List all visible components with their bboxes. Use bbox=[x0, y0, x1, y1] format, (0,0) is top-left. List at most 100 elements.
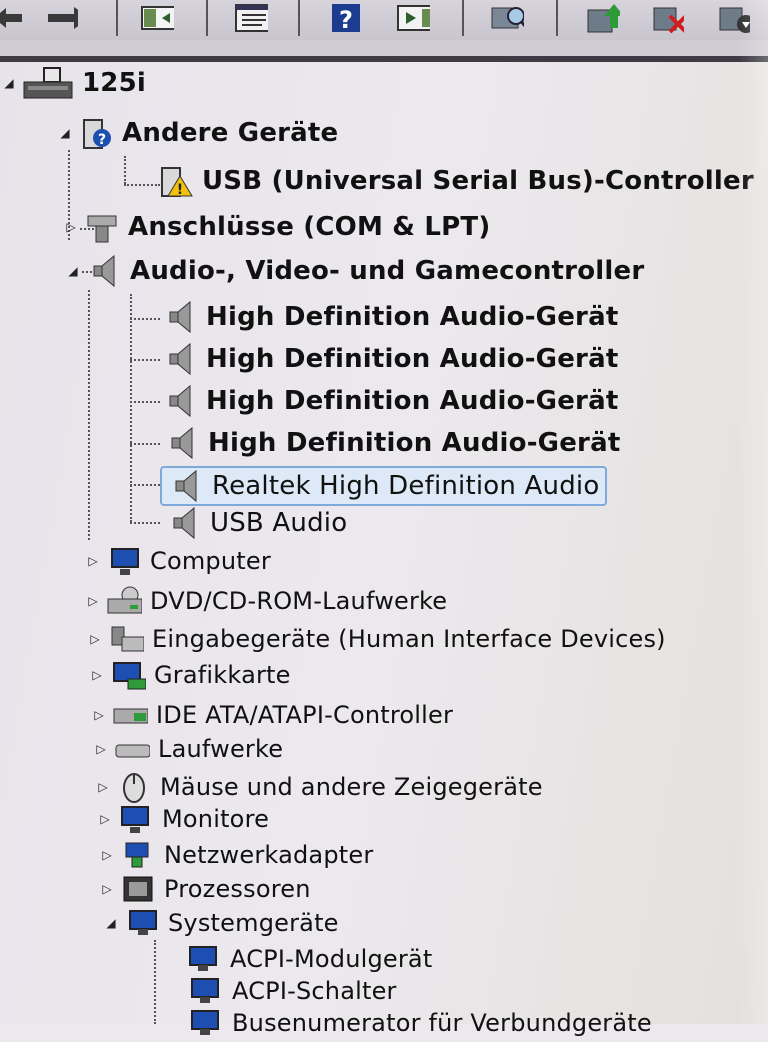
hid-device-icon bbox=[108, 623, 144, 655]
collapse-arrow-icon[interactable]: ◢ bbox=[58, 126, 72, 140]
expand-arrow-icon[interactable]: ▷ bbox=[86, 594, 100, 608]
forward-arrow-icon[interactable] bbox=[44, 2, 78, 34]
monitor-icon bbox=[118, 803, 154, 835]
update-driver-icon[interactable] bbox=[586, 2, 620, 34]
collapse-arrow-icon[interactable]: ◢ bbox=[2, 76, 16, 90]
tree-node-root[interactable]: ◢ 125i bbox=[2, 64, 146, 102]
expand-arrow-icon[interactable]: ▷ bbox=[86, 554, 100, 568]
tree-node-label: High Definition Audio-Gerät bbox=[206, 302, 619, 332]
expand-arrow-icon[interactable]: ▷ bbox=[90, 668, 104, 682]
tree-connector bbox=[130, 484, 160, 486]
expand-arrow-icon[interactable]: ▷ bbox=[88, 632, 102, 646]
tree-node-drives[interactable]: ▷ Laufwerke bbox=[94, 730, 283, 768]
tree-node-other-devices[interactable]: ◢ ? Andere Geräte bbox=[58, 114, 338, 152]
properties-icon[interactable] bbox=[234, 2, 268, 34]
tree-node-label: Computer bbox=[150, 547, 271, 575]
speaker-icon bbox=[166, 506, 202, 540]
toolbar-separator bbox=[206, 0, 208, 36]
system-device-icon bbox=[188, 975, 224, 1007]
tree-node-ide[interactable]: ▷ IDE ATA/ATAPI-Controller bbox=[92, 696, 453, 734]
tree-node-label: Laufwerke bbox=[158, 735, 284, 763]
tree-node-audio-device-selected[interactable]: Realtek High Definition Audio bbox=[160, 466, 608, 506]
help-icon[interactable]: ? bbox=[328, 2, 362, 34]
expand-arrow-icon[interactable]: ▷ bbox=[64, 220, 78, 234]
tree-node-monitors[interactable]: ▷ Monitore bbox=[98, 800, 269, 838]
ide-controller-icon bbox=[112, 699, 148, 731]
computer-icon bbox=[22, 67, 74, 99]
collapse-arrow-icon[interactable]: ◢ bbox=[104, 916, 118, 930]
speaker-icon bbox=[162, 342, 198, 376]
tree-node-hid[interactable]: ▷ Eingabegeräte (Human Interface Devices… bbox=[88, 620, 666, 658]
tree-node-label: Realtek High Definition Audio bbox=[212, 471, 600, 501]
tree-node-label: Mäuse und andere Zeigegeräte bbox=[160, 773, 543, 801]
expand-arrow-icon[interactable]: ▷ bbox=[94, 742, 108, 756]
tree-node-label: USB Audio bbox=[210, 508, 348, 538]
tree-node-label: 125i bbox=[82, 68, 146, 98]
tree-node-label: USB (Universal Serial Bus)-Controller bbox=[202, 166, 754, 196]
tree-node-ports[interactable]: ▷ Anschlüsse (COM & LPT) bbox=[64, 208, 490, 246]
svg-text:!: ! bbox=[177, 182, 183, 198]
speaker-icon bbox=[168, 469, 204, 503]
svg-text:?: ? bbox=[339, 6, 353, 34]
display-adapter-icon bbox=[110, 659, 146, 691]
tree-node-label: High Definition Audio-Gerät bbox=[206, 344, 619, 374]
tree-node-label: Grafikkarte bbox=[154, 661, 291, 689]
collapse-arrow-icon[interactable]: ◢ bbox=[66, 264, 80, 278]
tree-connector bbox=[130, 401, 160, 403]
tree-node-label: ACPI-Modulgerät bbox=[230, 945, 433, 973]
action-pane-icon[interactable] bbox=[396, 2, 430, 34]
tree-node-dvd[interactable]: ▷ DVD/CD-ROM-Laufwerke bbox=[86, 582, 447, 620]
tree-connector bbox=[130, 443, 160, 445]
dvd-drive-icon bbox=[106, 585, 142, 617]
expand-arrow-icon[interactable]: ▷ bbox=[92, 708, 106, 722]
tree-node-label: Eingabegeräte (Human Interface Devices) bbox=[152, 625, 666, 653]
processor-icon bbox=[120, 873, 156, 905]
expand-arrow-icon[interactable]: ▷ bbox=[98, 812, 112, 826]
tree-node-system-devices[interactable]: ◢ Systemgeräte bbox=[104, 904, 339, 942]
warning-device-icon: ! bbox=[158, 165, 194, 198]
toolbar-separator bbox=[462, 0, 464, 36]
tree-connector bbox=[130, 522, 160, 524]
monitor-icon bbox=[106, 545, 142, 577]
tree-node-graphics[interactable]: ▷ Grafikkarte bbox=[90, 656, 291, 694]
tree-node-label: Busenumerator für Verbundgeräte bbox=[232, 1009, 652, 1037]
scan-hardware-icon[interactable] bbox=[490, 2, 524, 34]
speaker-icon bbox=[162, 300, 198, 334]
tree-node-audio-device[interactable]: USB Audio bbox=[166, 504, 347, 542]
tree-node-audio-device[interactable]: High Definition Audio-Gerät bbox=[162, 340, 618, 378]
expand-arrow-icon[interactable]: ▷ bbox=[100, 848, 114, 862]
tree-node-label: Netzwerkadapter bbox=[164, 841, 374, 869]
tree-node-audio-device[interactable]: High Definition Audio-Gerät bbox=[164, 424, 620, 462]
tree-node-label: Prozessoren bbox=[164, 875, 311, 903]
network-adapter-icon bbox=[120, 839, 156, 871]
system-device-icon bbox=[186, 943, 222, 975]
tree-node-audio-device[interactable]: High Definition Audio-Gerät bbox=[162, 298, 618, 336]
system-device-icon bbox=[124, 907, 160, 939]
tree-connector bbox=[124, 156, 126, 184]
tree-connector bbox=[88, 290, 90, 540]
tree-node-audio[interactable]: ◢ Audio-, Video- und Gamecontroller bbox=[66, 252, 644, 290]
tree-connector bbox=[130, 294, 132, 522]
disable-device-icon[interactable] bbox=[650, 2, 684, 34]
screen-glare bbox=[738, 0, 768, 1024]
tree-node-system-child[interactable]: Busenumerator für Verbundgeräte bbox=[188, 1004, 652, 1042]
mouse-icon bbox=[116, 771, 152, 803]
show-hide-console-tree-icon[interactable] bbox=[140, 2, 174, 34]
expand-arrow-icon[interactable]: ▷ bbox=[100, 882, 114, 896]
tree-node-label: High Definition Audio-Gerät bbox=[206, 386, 619, 416]
tree-node-usb-controller[interactable]: ! USB (Universal Serial Bus)-Controller bbox=[158, 162, 754, 200]
expand-arrow-icon[interactable]: ▷ bbox=[96, 780, 110, 794]
disk-drive-icon bbox=[114, 733, 150, 765]
tree-connector bbox=[130, 318, 160, 320]
back-arrow-icon[interactable] bbox=[0, 2, 26, 34]
toolbar-separator bbox=[556, 0, 558, 36]
tree-node-computer[interactable]: ▷ Computer bbox=[86, 542, 271, 580]
tree-node-audio-device[interactable]: High Definition Audio-Gerät bbox=[162, 382, 618, 420]
toolbar-separator bbox=[298, 0, 300, 36]
tree-node-label: IDE ATA/ATAPI-Controller bbox=[156, 701, 454, 729]
unknown-device-icon: ? bbox=[78, 117, 114, 149]
tree-connector bbox=[154, 940, 156, 1024]
toolbar-separator bbox=[116, 0, 118, 36]
tree-node-processors[interactable]: ▷ Prozessoren bbox=[100, 870, 311, 908]
tree-node-network[interactable]: ▷ Netzwerkadapter bbox=[100, 836, 373, 874]
